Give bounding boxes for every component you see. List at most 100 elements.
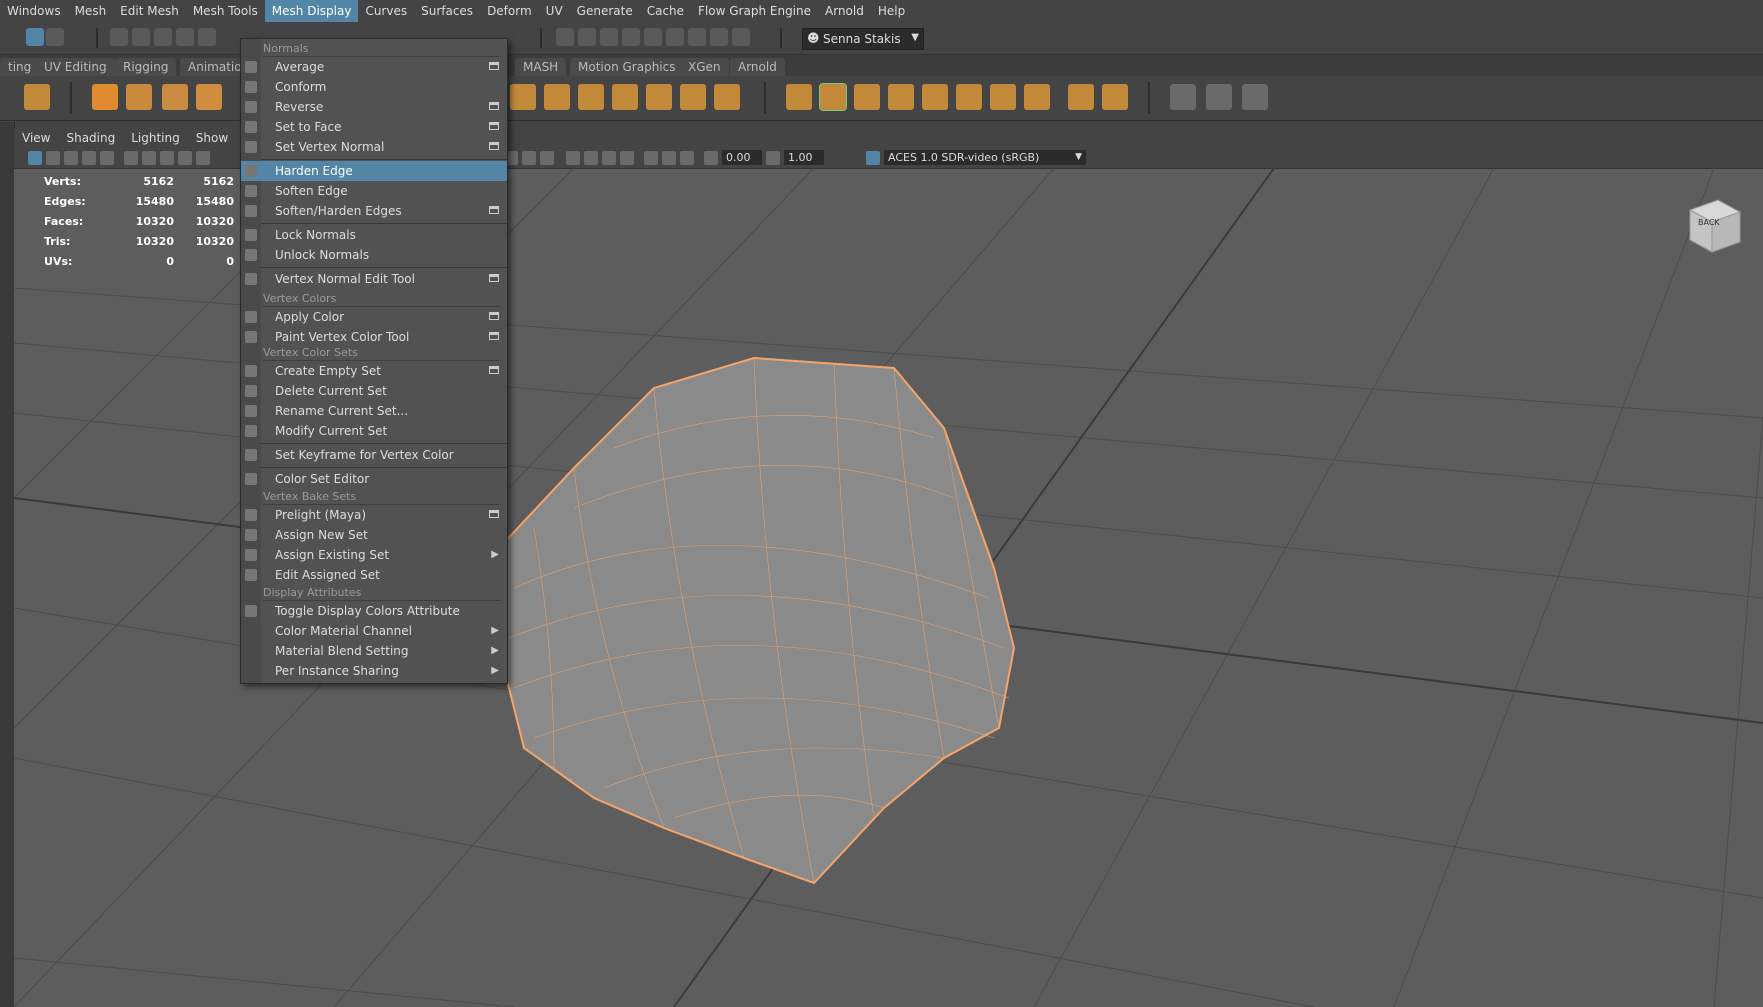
viewport-menu-lighting[interactable]: Lighting bbox=[123, 131, 188, 145]
menu-deform[interactable]: Deform bbox=[480, 0, 539, 22]
option-box-icon[interactable] bbox=[489, 102, 499, 110]
shelf-tab-rigging[interactable]: Rigging bbox=[115, 58, 177, 76]
menu-edit-mesh[interactable]: Edit Mesh bbox=[113, 0, 186, 22]
menu-windows[interactable]: Windows bbox=[0, 0, 68, 22]
option-box-icon[interactable] bbox=[489, 206, 499, 214]
menu-item-material-blend-setting[interactable]: Material Blend Setting ▶ bbox=[241, 641, 507, 661]
2d-pan-zoom-icon[interactable] bbox=[100, 151, 114, 165]
grid-toggle-icon[interactable] bbox=[142, 151, 156, 165]
render-settings-icon[interactable] bbox=[622, 28, 640, 46]
arnold-render-icon[interactable] bbox=[666, 28, 684, 46]
poly-helix-icon[interactable] bbox=[126, 84, 152, 110]
isolate-select-icon[interactable] bbox=[602, 151, 616, 165]
menu-item-per-instance-sharing[interactable]: Per Instance Sharing ▶ bbox=[241, 661, 507, 681]
menu-mesh-display[interactable]: Mesh Display bbox=[264, 0, 359, 22]
menu-item-create-empty-set[interactable]: Create Empty Set bbox=[241, 361, 507, 381]
shelf-tab-xgen[interactable]: XGen bbox=[680, 58, 729, 76]
menu-item-set-to-face[interactable]: Set to Face bbox=[241, 117, 507, 137]
menu-item-soften-edge[interactable]: Soften Edge bbox=[241, 181, 507, 201]
snap-view-icon[interactable] bbox=[176, 28, 194, 46]
menu-item-set-vertex-normal[interactable]: Set Vertex Normal bbox=[241, 137, 507, 157]
separate-icon[interactable] bbox=[1024, 84, 1050, 110]
xray-components-icon[interactable] bbox=[662, 151, 676, 165]
render-view-icon[interactable] bbox=[556, 28, 574, 46]
depth-of-field-icon[interactable] bbox=[584, 151, 598, 165]
menu-item-apply-color[interactable]: Apply Color bbox=[241, 307, 507, 327]
viewport-menu-view[interactable]: View bbox=[14, 131, 58, 145]
menu-item-vertex-normal-edit-tool[interactable]: Vertex Normal Edit Tool bbox=[241, 269, 507, 289]
target-weld-icon[interactable] bbox=[1242, 84, 1268, 110]
snap-curve-icon[interactable] bbox=[132, 28, 150, 46]
shelf-tab-uv-editing[interactable]: UV Editing bbox=[36, 58, 115, 76]
lasso-tool-icon[interactable] bbox=[46, 28, 64, 46]
menu-item-soften-harden-edges[interactable]: Soften/Harden Edges bbox=[241, 201, 507, 221]
shelf-tool-icon[interactable] bbox=[510, 84, 536, 110]
camera-attributes-icon[interactable] bbox=[46, 151, 60, 165]
menu-cache[interactable]: Cache bbox=[640, 0, 691, 22]
extrude-icon[interactable] bbox=[786, 84, 812, 110]
gamma-icon[interactable] bbox=[766, 151, 780, 165]
polygon-platonic-icon[interactable] bbox=[24, 84, 50, 110]
menu-item-lock-normals[interactable]: Lock Normals bbox=[241, 225, 507, 245]
snap-point-icon[interactable] bbox=[154, 28, 172, 46]
user-account-dropdown[interactable]: ☻ Senna Stakis ▼ bbox=[802, 28, 924, 50]
xray-active-icon[interactable] bbox=[680, 151, 694, 165]
option-box-icon[interactable] bbox=[489, 366, 499, 374]
menu-item-toggle-display-colors[interactable]: Toggle Display Colors Attribute bbox=[241, 601, 507, 621]
shelf-tool-icon[interactable] bbox=[544, 84, 570, 110]
menu-mesh[interactable]: Mesh bbox=[68, 0, 114, 22]
option-box-icon[interactable] bbox=[489, 62, 499, 70]
menu-help[interactable]: Help bbox=[871, 0, 912, 22]
option-box-icon[interactable] bbox=[489, 510, 499, 518]
menu-item-prelight-maya[interactable]: Prelight (Maya) bbox=[241, 505, 507, 525]
bevel-icon[interactable] bbox=[819, 83, 847, 111]
option-box-icon[interactable] bbox=[489, 142, 499, 150]
option-box-icon[interactable] bbox=[489, 122, 499, 130]
shelf-tab-motion-graphics[interactable]: Motion Graphics bbox=[570, 58, 684, 76]
xray-joints-icon[interactable] bbox=[644, 151, 658, 165]
menu-generate[interactable]: Generate bbox=[570, 0, 640, 22]
color-management-icon[interactable] bbox=[866, 151, 880, 165]
menu-item-color-material-channel[interactable]: Color Material Channel ▶ bbox=[241, 621, 507, 641]
shelf-tab-mash[interactable]: MASH bbox=[515, 58, 567, 76]
viewport-menu-show[interactable]: Show bbox=[188, 131, 236, 145]
arnold-stop-icon[interactable] bbox=[710, 28, 728, 46]
poly-type-icon[interactable] bbox=[162, 84, 188, 110]
resolution-gate-icon[interactable] bbox=[178, 151, 192, 165]
menu-item-reverse[interactable]: Reverse bbox=[241, 97, 507, 117]
menu-item-color-set-editor[interactable]: Color Set Editor bbox=[241, 469, 507, 489]
menu-item-unlock-normals[interactable]: Unlock Normals bbox=[241, 245, 507, 265]
view-cube[interactable]: BACK bbox=[1682, 194, 1742, 254]
menu-arnold[interactable]: Arnold bbox=[818, 0, 871, 22]
fill-hole-icon[interactable] bbox=[922, 84, 948, 110]
menu-curves[interactable]: Curves bbox=[358, 0, 414, 22]
menu-item-assign-existing-set[interactable]: Assign Existing Set ▶ bbox=[241, 545, 507, 565]
mirror-icon[interactable] bbox=[1068, 84, 1094, 110]
option-box-icon[interactable] bbox=[489, 312, 499, 320]
bookmarks-icon[interactable] bbox=[64, 151, 78, 165]
pause-icon[interactable] bbox=[732, 28, 750, 46]
gate-mask-icon[interactable] bbox=[196, 151, 210, 165]
film-gate-icon[interactable] bbox=[160, 151, 174, 165]
anti-aliasing-icon[interactable] bbox=[566, 151, 580, 165]
render-frame-icon[interactable] bbox=[578, 28, 596, 46]
menu-item-rename-current-set[interactable]: Rename Current Set... bbox=[241, 401, 507, 421]
bridge-icon[interactable] bbox=[854, 84, 880, 110]
combine-icon[interactable] bbox=[990, 84, 1016, 110]
edge-loop-icon[interactable] bbox=[1206, 84, 1232, 110]
arnold-ipr-icon[interactable] bbox=[688, 28, 706, 46]
menu-item-harden-edge[interactable]: Harden Edge bbox=[241, 161, 507, 181]
shelf-tab-arnold[interactable]: Arnold bbox=[730, 58, 785, 76]
poly-sphere-star-icon[interactable] bbox=[92, 84, 118, 110]
smooth-icon[interactable] bbox=[956, 84, 982, 110]
ambient-occlusion-icon[interactable] bbox=[540, 151, 554, 165]
viewport-menu-shading[interactable]: Shading bbox=[58, 131, 123, 145]
menu-item-set-keyframe-vertex-color[interactable]: Set Keyframe for Vertex Color bbox=[241, 445, 507, 465]
multi-cut-icon[interactable] bbox=[1170, 84, 1196, 110]
snap-grid-icon[interactable] bbox=[110, 28, 128, 46]
exposure-icon[interactable] bbox=[704, 151, 718, 165]
menu-item-assign-new-set[interactable]: Assign New Set bbox=[241, 525, 507, 545]
xray-icon[interactable] bbox=[620, 151, 634, 165]
view-transform-dropdown[interactable]: ACES 1.0 SDR-video (sRGB) ▼ bbox=[884, 150, 1086, 165]
menu-item-modify-current-set[interactable]: Modify Current Set bbox=[241, 421, 507, 441]
